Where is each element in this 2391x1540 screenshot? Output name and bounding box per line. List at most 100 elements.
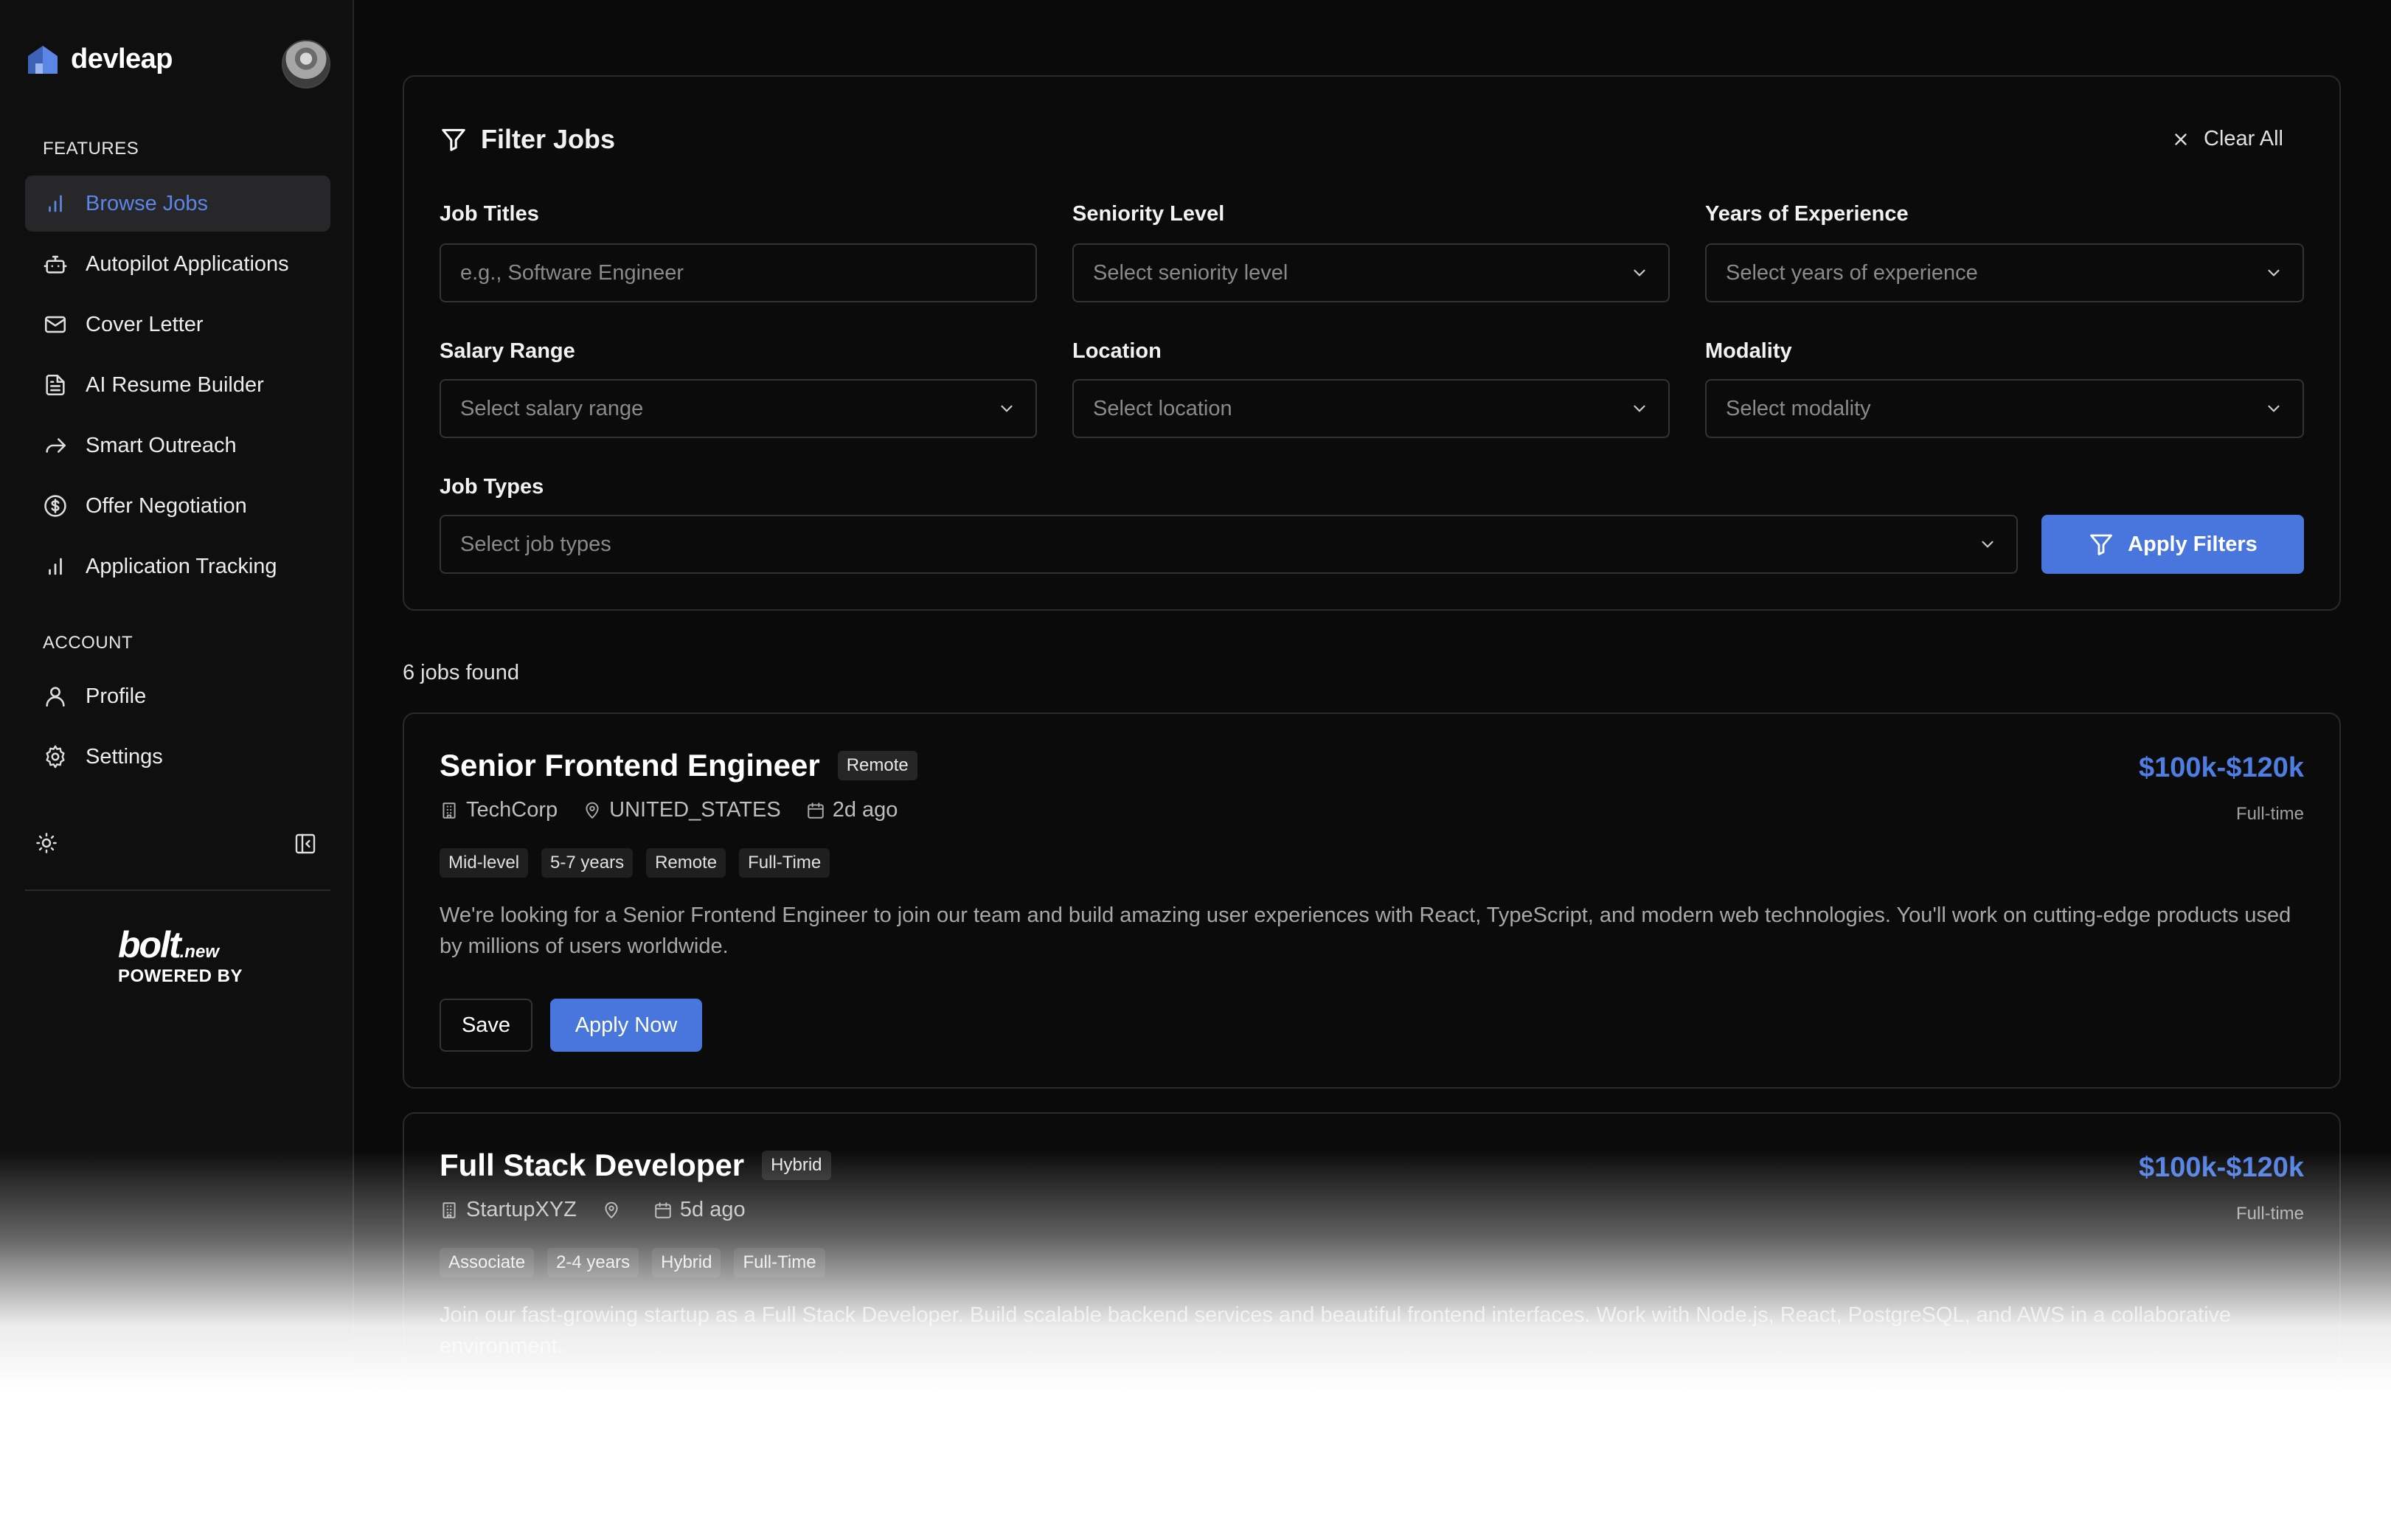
job-tag: Hybrid: [652, 1248, 721, 1277]
job-tag: Full-Time: [734, 1248, 825, 1277]
salary-range: $100k-$120k: [2139, 752, 2304, 783]
avatar[interactable]: [282, 40, 330, 89]
gear-icon: [43, 744, 68, 769]
employment-type: Full-time: [2235, 1204, 2304, 1224]
filter-panel: Filter Jobs Clear All Job Titles Seniori…: [403, 75, 2341, 611]
job-tag: 2-4 years: [547, 1248, 639, 1277]
location-meta: UNITED_STATES: [583, 798, 781, 822]
chevron-down-icon: [2264, 263, 2283, 282]
calendar-icon: [806, 801, 825, 820]
file-text-icon: [43, 372, 68, 398]
bot-icon: [43, 252, 68, 277]
sidebar-item-label: Settings: [86, 744, 163, 769]
seniority-level-label: Seniority Level: [1072, 202, 1225, 226]
collapse-sidebar-icon[interactable]: [294, 832, 317, 856]
company-name: StartupXYZ: [466, 1198, 577, 1221]
job-title-row: Senior Frontend Engineer Remote: [440, 748, 917, 783]
salary-range: $100k-$120k: [2139, 1152, 2304, 1183]
salary-range-label: Salary Range: [440, 339, 575, 363]
job-types-select[interactable]: Select job types: [440, 515, 2018, 574]
features-section-title: FEATURES: [43, 139, 139, 159]
location-meta: [602, 1201, 628, 1220]
brand-name: devleap: [71, 43, 173, 74]
sidebar-divider: [25, 889, 330, 891]
sidebar-item-label: Smart Outreach: [86, 433, 237, 457]
job-tag: 5-7 years: [541, 848, 634, 878]
location-label: Location: [1072, 339, 1162, 363]
job-description: Join our fast-growing startup as a Full …: [440, 1303, 2232, 1358]
apply-now-button[interactable]: Apply Now: [550, 999, 702, 1052]
sidebar-item-offer-negotiation[interactable]: Offer Negotiation: [25, 478, 330, 534]
sidebar-item-label: Application Tracking: [86, 554, 277, 578]
posted-meta: 5d ago: [653, 1198, 746, 1222]
sidebar-item-profile[interactable]: Profile: [25, 668, 330, 724]
posted-meta: 2d ago: [806, 798, 898, 822]
seniority-level-select[interactable]: Select seniority level: [1072, 243, 1670, 302]
chevron-down-icon: [1978, 535, 1997, 554]
job-card[interactable]: Full Stack Developer Hybrid StartupXYZ 5…: [403, 1112, 2341, 1488]
filter-panel-title: Filter Jobs: [440, 124, 615, 155]
job-titles-label: Job Titles: [440, 202, 539, 226]
dollar-circle-icon: [43, 493, 68, 518]
modality-badge: Hybrid: [762, 1151, 831, 1180]
modality-label: Modality: [1705, 339, 1792, 363]
sidebar-utility-row: [35, 829, 322, 859]
building-icon: [440, 801, 459, 820]
map-pin-icon: [583, 801, 602, 820]
sidebar-item-browse-jobs[interactable]: Browse Jobs: [25, 176, 330, 232]
job-tags: Associate 2-4 years Hybrid Full-Time: [440, 1248, 825, 1277]
employment-type: Full-time: [2235, 804, 2304, 824]
save-button[interactable]: Save: [440, 999, 532, 1052]
forward-arrow-icon: [43, 433, 68, 458]
account-section-title: ACCOUNT: [43, 633, 133, 653]
job-tag: Remote: [646, 848, 726, 878]
sun-icon[interactable]: [35, 832, 58, 854]
sidebar-item-application-tracking[interactable]: Application Tracking: [25, 538, 330, 594]
bolt-powered-by[interactable]: bolt.new POWERED BY: [118, 926, 243, 987]
job-title[interactable]: Senior Frontend Engineer: [440, 748, 820, 783]
location-select[interactable]: Select location: [1072, 379, 1670, 438]
job-titles-field: [440, 243, 1037, 302]
sidebar-item-cover-letter[interactable]: Cover Letter: [25, 296, 330, 353]
sidebar-item-label: Cover Letter: [86, 312, 204, 336]
mail-icon: [43, 312, 68, 337]
chevron-down-icon: [997, 399, 1016, 418]
job-meta-row: StartupXYZ 5d ago: [440, 1198, 746, 1222]
calendar-icon: [653, 1201, 673, 1220]
job-tag: Full-Time: [739, 848, 830, 878]
sidebar-item-label: Offer Negotiation: [86, 493, 247, 518]
chevron-down-icon: [1630, 399, 1649, 418]
brand-logo[interactable]: devleap: [25, 41, 173, 77]
filter-icon: [440, 125, 468, 153]
job-tags: Mid-level 5-7 years Remote Full-Time: [440, 848, 830, 878]
sidebar-item-smart-outreach[interactable]: Smart Outreach: [25, 417, 330, 474]
years-experience-select[interactable]: Select years of experience: [1705, 243, 2304, 302]
apply-filters-button[interactable]: Apply Filters: [2041, 515, 2304, 574]
company-meta: StartupXYZ: [440, 1198, 577, 1222]
bolt-logo: bolt.new: [118, 924, 219, 965]
powered-by-text: POWERED BY: [118, 966, 243, 986]
job-titles-input[interactable]: [460, 260, 1016, 285]
sidebar-item-autopilot-applications[interactable]: Autopilot Applications: [25, 236, 330, 292]
job-meta-row: TechCorp UNITED_STATES 2d ago: [440, 798, 898, 822]
sidebar-item-label: Autopilot Applications: [86, 252, 289, 276]
clear-all-button[interactable]: Clear All: [2171, 127, 2283, 151]
job-title[interactable]: Full Stack Developer: [440, 1148, 744, 1183]
job-types-label: Job Types: [440, 475, 544, 499]
job-tag: Associate: [440, 1248, 535, 1277]
job-title-row: Full Stack Developer Hybrid: [440, 1148, 831, 1183]
sidebar: devleap FEATURES Browse Jobs Autopilot A…: [0, 0, 354, 1540]
job-card[interactable]: Senior Frontend Engineer Remote TechCorp…: [403, 712, 2341, 1089]
close-icon: [2171, 130, 2190, 149]
sidebar-item-settings[interactable]: Settings: [25, 729, 330, 785]
modality-select[interactable]: Select modality: [1705, 379, 2304, 438]
job-tag: Mid-level: [440, 848, 529, 878]
salary-range-select[interactable]: Select salary range: [440, 379, 1037, 438]
sidebar-item-ai-resume-builder[interactable]: AI Resume Builder: [25, 357, 330, 413]
sidebar-item-label: Profile: [86, 684, 147, 708]
building-icon: [440, 1201, 459, 1220]
job-location: UNITED_STATES: [609, 798, 781, 822]
bar-chart-icon: [43, 191, 68, 216]
chevron-down-icon: [2264, 399, 2283, 418]
user-icon: [43, 684, 68, 709]
